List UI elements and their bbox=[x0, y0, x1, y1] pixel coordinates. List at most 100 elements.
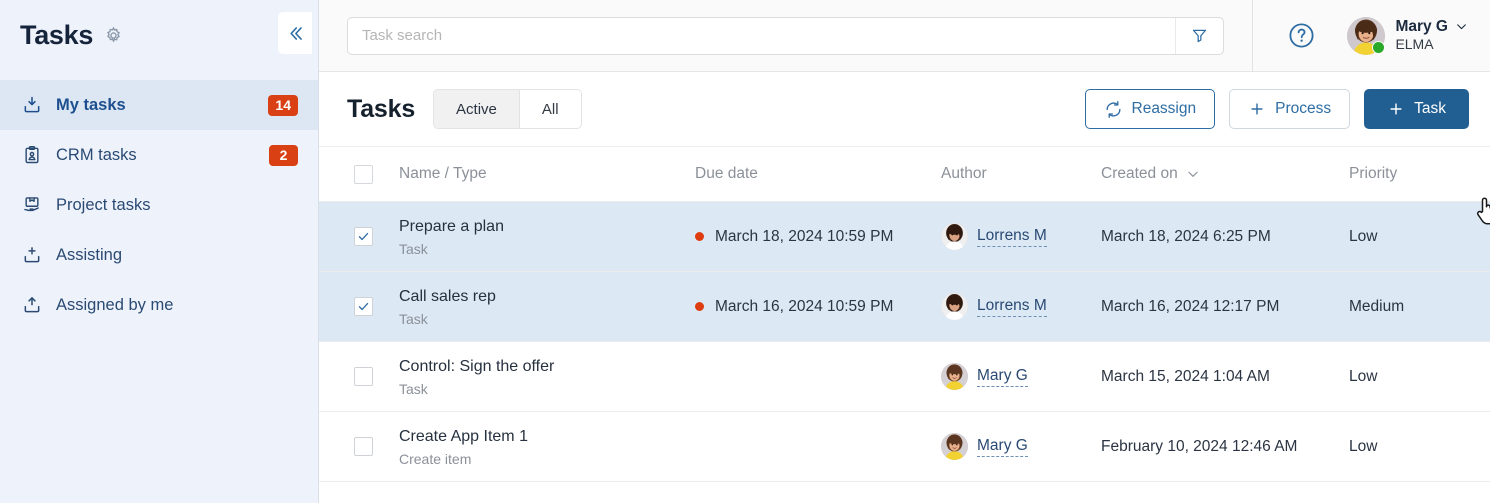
sidebar-badge-my-tasks: 14 bbox=[268, 94, 298, 116]
filter-segmented-control: Active All bbox=[433, 89, 582, 129]
author-avatar bbox=[941, 293, 968, 320]
tab-active[interactable]: Active bbox=[434, 90, 519, 128]
row-select-cell bbox=[319, 437, 399, 456]
row-checkbox[interactable] bbox=[353, 367, 373, 386]
column-header-created-on[interactable]: Created on bbox=[1101, 165, 1349, 183]
author-link[interactable]: Lorrens M bbox=[977, 227, 1047, 247]
sidebar-item-label: Assisting bbox=[56, 245, 123, 264]
created-on-value: March 16, 2024 12:17 PM bbox=[1101, 297, 1280, 315]
inbox-download-icon bbox=[21, 94, 43, 116]
select-all-cell bbox=[319, 164, 399, 184]
created-on-value: March 18, 2024 6:25 PM bbox=[1101, 227, 1271, 245]
task-name[interactable]: Create App Item 1 bbox=[399, 427, 695, 447]
sidebar-item-crm-tasks[interactable]: CRM tasks 2 bbox=[0, 130, 318, 180]
task-name-cell: Prepare a plan Task bbox=[399, 217, 695, 257]
task-name[interactable]: Prepare a plan bbox=[399, 217, 695, 237]
task-type: Task bbox=[399, 380, 428, 397]
plus-icon bbox=[1248, 100, 1266, 118]
author-link[interactable]: Mary G bbox=[977, 367, 1028, 387]
sidebar-badge-crm-tasks: 2 bbox=[269, 144, 298, 166]
task-type: Task bbox=[399, 310, 428, 327]
help-button[interactable] bbox=[1277, 21, 1325, 50]
task-name-cell: Call sales rep Task bbox=[399, 287, 695, 327]
column-header-author[interactable]: Author bbox=[941, 165, 1101, 183]
author-cell: Lorrens M bbox=[941, 293, 1101, 320]
refresh-sync-icon bbox=[1104, 100, 1123, 119]
sidebar-item-label: Project tasks bbox=[56, 195, 151, 214]
author-link[interactable]: Lorrens M bbox=[977, 297, 1047, 317]
row-checkbox[interactable] bbox=[353, 227, 373, 246]
task-name[interactable]: Control: Sign the offer bbox=[399, 357, 695, 377]
column-header-created-on-label: Created on bbox=[1101, 165, 1178, 182]
sidebar-item-label: My tasks bbox=[56, 95, 126, 114]
reassign-button[interactable]: Reassign bbox=[1084, 89, 1216, 129]
table-header-row: Name / Type Due date Author Created on P… bbox=[319, 147, 1490, 202]
overdue-dot-icon bbox=[695, 232, 704, 241]
overdue-dot-icon bbox=[695, 302, 704, 311]
author-avatar bbox=[941, 433, 968, 460]
user-menu[interactable]: Mary G ELMA bbox=[1347, 16, 1468, 55]
top-bar-right: Mary G ELMA bbox=[1252, 0, 1490, 72]
plus-icon bbox=[1387, 100, 1405, 118]
gear-icon[interactable] bbox=[102, 25, 124, 47]
sidebar-item-assigned-by-me[interactable]: Assigned by me bbox=[0, 280, 318, 330]
search-input[interactable] bbox=[348, 17, 1175, 54]
sidebar-item-my-tasks[interactable]: My tasks 14 bbox=[0, 80, 318, 130]
row-checkbox[interactable] bbox=[353, 297, 373, 316]
sidebar-item-project-tasks[interactable]: Project tasks bbox=[0, 180, 318, 230]
check-icon bbox=[358, 302, 368, 311]
author-avatar bbox=[941, 363, 968, 390]
author-avatar bbox=[941, 223, 968, 250]
filter-button[interactable] bbox=[1175, 17, 1223, 54]
author-link[interactable]: Mary G bbox=[977, 437, 1028, 457]
created-on-value: February 10, 2024 12:46 AM bbox=[1101, 437, 1298, 455]
main-area: Mary G ELMA Tasks Active bbox=[319, 0, 1490, 503]
avatar bbox=[1347, 16, 1386, 55]
sidebar-item-assisting[interactable]: Assisting bbox=[0, 230, 318, 280]
page-title: Tasks bbox=[347, 94, 416, 123]
priority-value: Low bbox=[1349, 437, 1378, 455]
sidebar-item-label: CRM tasks bbox=[56, 145, 137, 164]
priority-value: Medium bbox=[1349, 297, 1405, 315]
sidebar-item-label: Assigned by me bbox=[56, 295, 174, 314]
check-icon bbox=[358, 232, 368, 241]
due-date-value: March 18, 2024 10:59 PM bbox=[715, 227, 894, 245]
sidebar-collapse-button[interactable] bbox=[278, 12, 312, 54]
chevron-down-icon[interactable] bbox=[1186, 167, 1200, 181]
table-row[interactable]: Prepare a plan Task March 18, 2024 10:59… bbox=[319, 202, 1490, 272]
sidebar-title: Tasks bbox=[20, 20, 94, 50]
row-select-cell bbox=[319, 367, 399, 386]
column-header-name-type[interactable]: Name / Type bbox=[399, 165, 695, 183]
row-checkbox[interactable] bbox=[353, 437, 373, 456]
funnel-filter-icon bbox=[1192, 29, 1207, 43]
tab-all[interactable]: All bbox=[518, 90, 581, 128]
column-header-due-date[interactable]: Due date bbox=[695, 165, 941, 183]
priority-value: Low bbox=[1349, 227, 1378, 245]
process-button-label: Process bbox=[1275, 100, 1332, 117]
add-task-button-label: Task bbox=[1414, 100, 1446, 117]
table-row[interactable]: Control: Sign the offer Task Mary G Marc… bbox=[319, 342, 1490, 412]
top-bar: Mary G ELMA bbox=[319, 0, 1490, 72]
select-all-checkbox[interactable] bbox=[353, 164, 373, 184]
author-cell: Lorrens M bbox=[941, 223, 1101, 250]
column-header-priority[interactable]: Priority bbox=[1349, 165, 1490, 183]
sidebar-header: Tasks bbox=[0, 0, 318, 71]
project-hand-icon bbox=[21, 194, 43, 216]
search-bar bbox=[347, 16, 1224, 55]
author-cell: Mary G bbox=[941, 433, 1101, 460]
page-toolbar: Tasks Active All Reassign Process Task bbox=[319, 72, 1490, 225]
user-meta: Mary G ELMA bbox=[1395, 17, 1468, 54]
inbox-plus-icon bbox=[21, 244, 43, 266]
tasks-table: Name / Type Due date Author Created on P… bbox=[319, 147, 1490, 503]
table-row[interactable]: Create App Item 1 Create item Mary G Feb… bbox=[319, 412, 1490, 482]
table-row[interactable]: Call sales rep Task March 16, 2024 10:59… bbox=[319, 272, 1490, 342]
user-organization: ELMA bbox=[1395, 36, 1434, 53]
due-date-cell: March 18, 2024 10:59 PM bbox=[695, 228, 941, 246]
process-button[interactable]: Process bbox=[1229, 89, 1351, 129]
add-task-button[interactable]: Task bbox=[1364, 89, 1469, 129]
task-name[interactable]: Call sales rep bbox=[399, 287, 695, 307]
task-type: Task bbox=[399, 240, 428, 257]
chevron-down-icon[interactable] bbox=[1455, 20, 1468, 33]
question-circle-icon bbox=[1289, 23, 1314, 48]
sidebar: Tasks My tasks 14 CRM tasks 2 Project ta… bbox=[0, 0, 319, 503]
